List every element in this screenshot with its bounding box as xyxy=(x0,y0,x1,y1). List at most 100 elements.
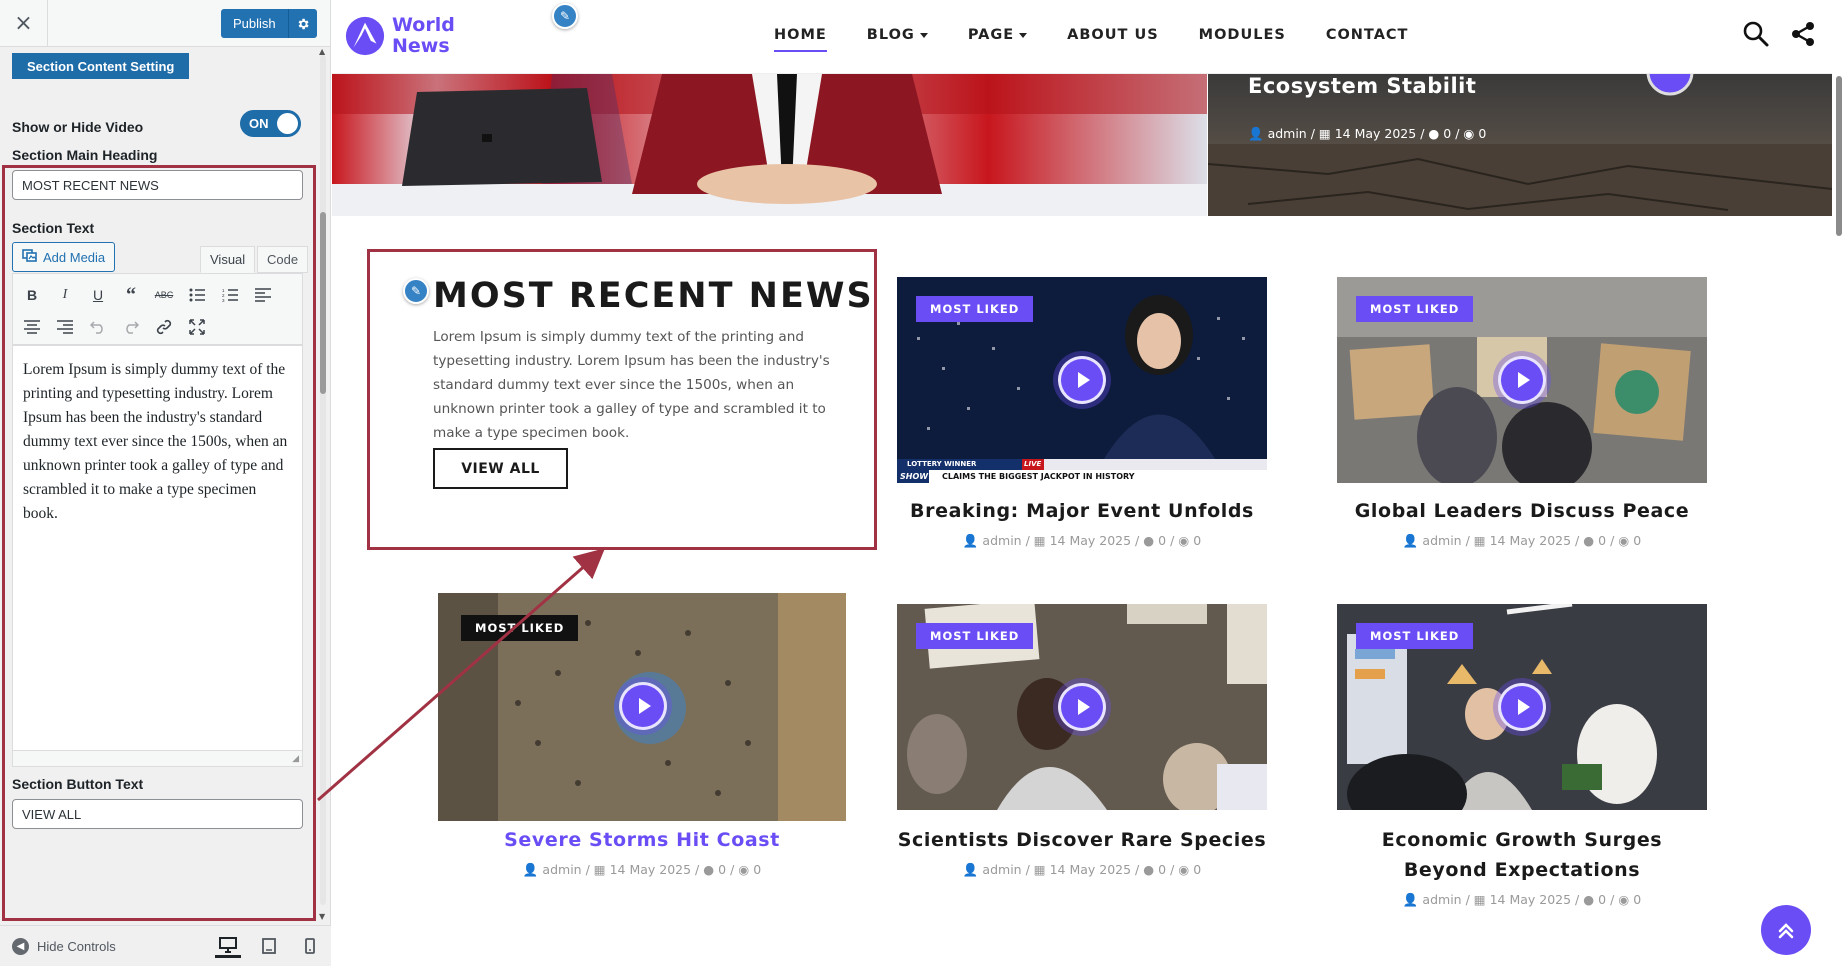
preview-scroll-thumb[interactable] xyxy=(1836,76,1842,236)
most-liked-badge: MOST LIKED xyxy=(1356,623,1474,649)
card-title[interactable]: Global Leaders Discuss Peace xyxy=(1337,496,1707,526)
card-meta: 👤 admin / ▦ 14 May 2025 / ● 0 / ◉ 0 xyxy=(962,862,1202,877)
customizer-footer: ◀ Hide Controls xyxy=(0,925,331,966)
mobile-preview-icon[interactable] xyxy=(297,934,323,958)
site-logo[interactable]: World News xyxy=(344,15,455,57)
meta-author: admin xyxy=(982,862,1022,877)
hero-card-title[interactable]: Ecosystem Stabilit xyxy=(1248,74,1476,98)
user-icon: 👤 xyxy=(522,862,539,877)
scroll-down-arrow-icon[interactable]: ▼ xyxy=(319,912,325,921)
comment-icon: ● xyxy=(1143,862,1155,877)
meta-author: admin xyxy=(982,533,1022,548)
calendar-icon: ▦ xyxy=(1473,533,1486,548)
hide-controls-label: Hide Controls xyxy=(37,939,116,954)
nav-label: PAGE xyxy=(967,27,1015,43)
nav-contact[interactable]: CONTACT xyxy=(1326,27,1409,43)
ticker-text: CLAIMS THE BIGGEST JACKPOT IN HISTORY xyxy=(942,472,1135,481)
view-all-button[interactable]: VIEW ALL xyxy=(433,448,568,489)
search-icon[interactable] xyxy=(1742,20,1770,48)
user-icon: 👤 xyxy=(1402,892,1419,907)
hero-strip: Ecosystem Stabilit 👤 admin / ▦ 14 May 20… xyxy=(332,74,1832,216)
card-meta: 👤 admin / ▦ 14 May 2025 / ● 0 / ◉ 0 xyxy=(1402,892,1642,907)
play-icon[interactable] xyxy=(1058,683,1106,731)
logo-text: World News xyxy=(392,15,455,57)
video-toggle-label: Show or Hide Video xyxy=(12,119,144,135)
section-heading: MOST RECENT NEWS xyxy=(433,276,874,316)
toggle-knob xyxy=(277,113,298,134)
card-title[interactable]: Economic Growth Surges Beyond Expectatio… xyxy=(1337,825,1707,885)
meta-author: admin xyxy=(1422,892,1462,907)
share-icon[interactable] xyxy=(1789,20,1817,48)
nav-page[interactable]: PAGE xyxy=(967,27,1028,43)
double-chevron-up-icon xyxy=(1778,923,1794,939)
meta-views: 0 xyxy=(1633,892,1642,907)
hero-anchor-image[interactable] xyxy=(332,74,1207,216)
collapse-arrow-icon: ◀ xyxy=(12,938,29,955)
customizer-header: × Publish xyxy=(0,0,330,47)
hero-card-meta: 👤 admin / ▦ 14 May 2025 / ● 0 / ◉ 0 xyxy=(1248,126,1487,141)
video-toggle-switch[interactable]: ON xyxy=(240,110,301,137)
section-edit-pencil-icon[interactable]: ✎ xyxy=(403,278,429,304)
nav-modules[interactable]: MODULES xyxy=(1199,27,1286,43)
meta-author: admin xyxy=(1422,533,1462,548)
card-meta: 👤 admin / ▦ 14 May 2025 / ● 0 / ◉ 0 xyxy=(962,533,1202,548)
card-meta: 👤 admin / ▦ 14 May 2025 / ● 0 / ◉ 0 xyxy=(522,862,762,877)
card-image-economic[interactable]: MOST LIKED xyxy=(1337,604,1707,810)
card-image-breaking[interactable]: LOTTERY WINNER LIVE SHOW CLAIMS THE BIGG… xyxy=(897,277,1267,483)
nav-label: ABOUT US xyxy=(1067,27,1159,43)
scroll-to-top-button[interactable] xyxy=(1761,905,1811,955)
meta-date: 14 May 2025 xyxy=(609,862,692,877)
card-meta: 👤 admin / ▦ 14 May 2025 / ● 0 / ◉ 0 xyxy=(1402,533,1642,548)
card-image-scientists[interactable]: MOST LIKED xyxy=(897,604,1267,810)
nav-label: HOME xyxy=(774,27,827,43)
play-icon[interactable] xyxy=(1498,683,1546,731)
card-title[interactable]: Breaking: Major Event Unfolds xyxy=(897,496,1267,526)
main-heading-label: Section Main Heading xyxy=(12,147,158,163)
play-icon[interactable] xyxy=(1498,356,1546,404)
scroll-thumb[interactable] xyxy=(320,212,326,394)
play-icon[interactable] xyxy=(619,682,667,730)
meta-date: 14 May 2025 xyxy=(1489,533,1572,548)
ticker-show: SHOW xyxy=(900,472,929,481)
user-icon: 👤 xyxy=(1248,126,1264,141)
hero-secondary-card[interactable]: Ecosystem Stabilit 👤 admin / ▦ 14 May 20… xyxy=(1208,74,1832,216)
meta-views: 0 xyxy=(1633,533,1642,548)
logo-line1: World xyxy=(392,14,455,36)
meta-comments: 0 xyxy=(718,862,727,877)
comment-icon: ● xyxy=(703,862,715,877)
user-icon: 👤 xyxy=(962,862,979,877)
nav-home[interactable]: HOME xyxy=(774,27,827,52)
card-title[interactable]: Severe Storms Hit Coast xyxy=(438,825,846,855)
meta-date: 14 May 2025 xyxy=(1489,892,1572,907)
section-title-badge: Section Content Setting xyxy=(12,53,190,79)
hide-controls-button[interactable]: ◀ Hide Controls xyxy=(12,938,116,955)
play-icon[interactable] xyxy=(1058,356,1106,404)
comment-icon: ● xyxy=(1583,892,1595,907)
chevron-down-icon xyxy=(1019,32,1028,38)
card-title[interactable]: Scientists Discover Rare Species xyxy=(897,825,1267,855)
publish-button[interactable]: Publish xyxy=(221,9,288,38)
card-image-leaders[interactable]: MOST LIKED xyxy=(1337,277,1707,483)
user-icon: 👤 xyxy=(962,533,979,548)
sidebar-scrollbar[interactable]: ▲ ▼ xyxy=(317,47,328,921)
calendar-icon: ▦ xyxy=(593,862,606,877)
nav-about-us[interactable]: ABOUT US xyxy=(1067,27,1159,43)
logo-edit-pencil-icon[interactable]: ✎ xyxy=(552,3,578,29)
section-text: Lorem Ipsum is simply dummy text of the … xyxy=(433,329,830,441)
eye-icon: ◉ xyxy=(1618,892,1630,907)
meta-views: 0 xyxy=(1193,533,1202,548)
meta-date: 14 May 2025 xyxy=(1334,126,1417,141)
close-customizer-button[interactable]: × xyxy=(0,0,48,47)
publish-settings-gear-icon[interactable] xyxy=(287,9,317,38)
site-header: World News ✎ HOME BLOG PAGE ABOUT US MOD… xyxy=(332,0,1832,74)
calendar-icon: ▦ xyxy=(1033,862,1046,877)
card-image-storms[interactable]: MOST LIKED xyxy=(438,593,846,821)
calendar-icon: ▦ xyxy=(1318,126,1331,141)
nav-label: CONTACT xyxy=(1325,27,1409,43)
tablet-preview-icon[interactable] xyxy=(256,934,282,958)
nav-blog[interactable]: BLOG xyxy=(867,27,928,43)
desktop-preview-icon[interactable] xyxy=(215,934,241,958)
meta-views: 0 xyxy=(1193,862,1202,877)
scroll-track xyxy=(320,55,326,905)
preview-scrollbar[interactable] xyxy=(1832,74,1846,966)
